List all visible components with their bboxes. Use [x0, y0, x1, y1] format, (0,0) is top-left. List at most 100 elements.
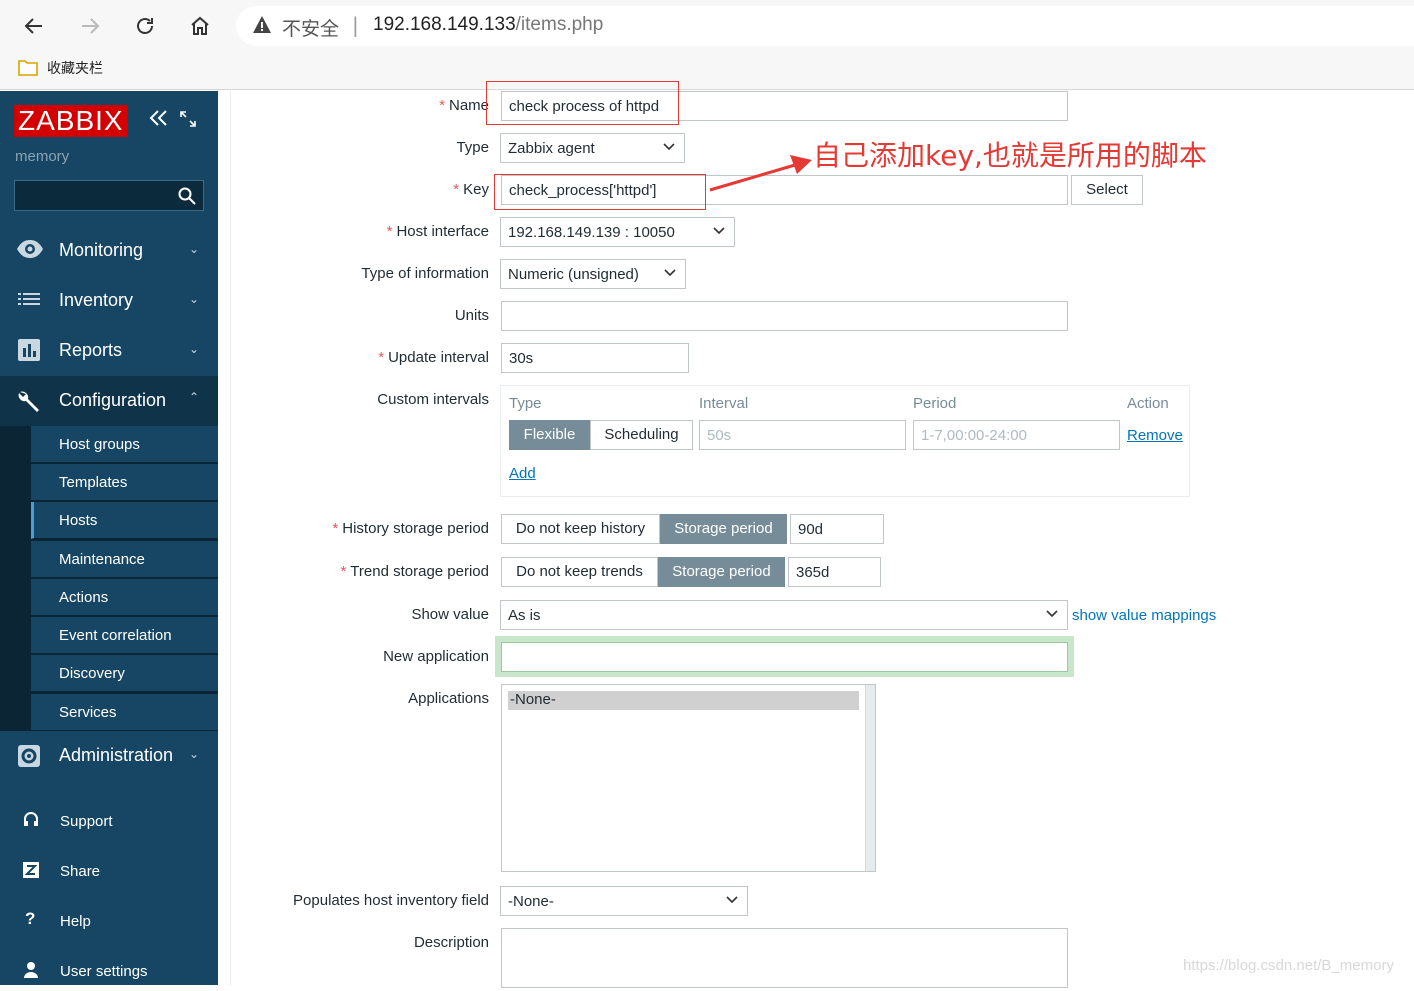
chevron-down-icon: ⌄: [189, 747, 200, 761]
submenu-host-groups[interactable]: Host groups: [31, 426, 218, 463]
annotation-box-name: [486, 81, 679, 125]
units-input[interactable]: [501, 301, 1068, 331]
name-label: * Name: [439, 97, 489, 114]
search-icon[interactable]: [178, 187, 196, 210]
menu-support[interactable]: Support: [0, 801, 218, 841]
submenu-hosts[interactable]: Hosts: [31, 502, 218, 539]
refresh-icon[interactable]: [127, 8, 163, 44]
kiosk-mode-icon[interactable]: [180, 111, 196, 132]
inventory-field-select[interactable]: -None-: [500, 886, 748, 916]
submenu-event-correlation[interactable]: Event correlation: [31, 617, 218, 654]
interval-type-flexible-button[interactable]: Flexible: [509, 420, 590, 450]
description-textarea[interactable]: [501, 928, 1068, 988]
custom-intervals-label: Custom intervals: [377, 391, 489, 408]
watermark: https://blog.csdn.net/B_memory: [1183, 957, 1394, 974]
interval-input[interactable]: 50s: [699, 420, 906, 450]
type-of-information-value: Numeric (unsigned): [508, 266, 639, 283]
show-value-label: Show value: [411, 606, 489, 623]
applications-option[interactable]: -None-: [508, 691, 859, 710]
applications-scrollbar[interactable]: [865, 685, 875, 871]
type-label: Type: [456, 139, 489, 156]
folder-icon[interactable]: [18, 58, 38, 80]
new-application-input[interactable]: [501, 642, 1068, 672]
menu-share[interactable]: Share: [0, 851, 218, 891]
user-settings-label: User settings: [60, 963, 148, 980]
menu-inventory[interactable]: Inventory ⌄: [0, 276, 218, 326]
col-header-period: Period: [913, 395, 957, 412]
applications-listbox[interactable]: -None-: [501, 684, 876, 872]
history-storage-label: * History storage period: [332, 520, 489, 537]
menu-configuration[interactable]: Configuration ⌃: [0, 376, 218, 426]
chevron-down-icon: [1045, 607, 1059, 625]
chevron-down-icon: ⌄: [189, 342, 200, 356]
menu-administration[interactable]: Administration ⌄: [0, 731, 218, 781]
bar-chart-icon: [16, 338, 42, 367]
wrench-icon: [16, 388, 42, 419]
user-icon: [22, 961, 40, 984]
menu-reports[interactable]: Reports ⌄: [0, 326, 218, 376]
annotation-box-key: [494, 174, 706, 210]
menu-monitoring-label: Monitoring: [59, 240, 144, 260]
history-period-input[interactable]: 90d: [790, 514, 884, 544]
type-select[interactable]: Zabbix agent: [500, 133, 685, 163]
submenu-label: Discovery: [59, 665, 125, 682]
home-icon[interactable]: [182, 8, 218, 44]
remove-interval-link[interactable]: Remove: [1127, 427, 1183, 444]
submenu-label: Maintenance: [59, 551, 145, 568]
menu-user-settings[interactable]: User settings: [0, 951, 218, 991]
description-label: Description: [413, 934, 489, 951]
forward-icon[interactable]: [72, 8, 108, 44]
period-input[interactable]: 1-7,00:00-24:00: [913, 420, 1120, 450]
server-name: memory: [15, 148, 70, 165]
share-z-icon: [22, 861, 40, 884]
show-value-select[interactable]: As is: [500, 600, 1068, 630]
interval-type-scheduling-button[interactable]: Scheduling: [590, 420, 693, 450]
menu-help[interactable]: ? Help: [0, 901, 218, 941]
show-value-mappings-link[interactable]: show value mappings: [1072, 607, 1216, 624]
menu-inventory-label: Inventory: [59, 290, 134, 310]
add-interval-link[interactable]: Add: [509, 465, 536, 482]
support-label: Support: [60, 813, 113, 830]
zabbix-logo[interactable]: ZABBIX: [14, 105, 128, 137]
question-icon: ?: [25, 909, 36, 928]
type-of-information-select[interactable]: Numeric (unsigned): [500, 259, 686, 289]
chevron-down-icon: [663, 266, 677, 284]
favorites-bar: [0, 52, 1414, 90]
eye-icon: [16, 238, 44, 265]
chevron-down-icon: [725, 893, 739, 911]
host-interface-label: * Host interface: [386, 223, 489, 240]
back-icon[interactable]: [16, 8, 52, 44]
menu-reports-label: Reports: [59, 340, 123, 360]
submenu-actions[interactable]: Actions: [31, 579, 218, 616]
history-do-not-keep-button[interactable]: Do not keep history: [501, 514, 660, 544]
submenu-maintenance[interactable]: Maintenance: [31, 541, 218, 578]
submenu-label: Services: [59, 704, 117, 721]
update-interval-label: * Update interval: [378, 349, 489, 366]
trend-do-not-keep-button[interactable]: Do not keep trends: [501, 557, 658, 587]
trend-storage-period-button[interactable]: Storage period: [658, 557, 785, 587]
favorites-label[interactable]: 收藏夹栏: [47, 58, 103, 78]
chevron-down-icon: ⌄: [189, 242, 200, 256]
sidebar-search-input[interactable]: [14, 180, 204, 211]
chevron-down-icon: [712, 224, 726, 242]
show-value-value: As is: [508, 607, 541, 624]
type-of-information-label: Type of information: [361, 265, 489, 282]
submenu-services[interactable]: Services: [31, 694, 218, 731]
collapse-sidebar-icon[interactable]: [148, 109, 170, 132]
trend-period-input[interactable]: 365d: [788, 557, 881, 587]
history-storage-period-button[interactable]: Storage period: [660, 514, 787, 544]
headset-icon: [22, 811, 40, 834]
submenu-discovery[interactable]: Discovery: [31, 655, 218, 692]
warning-icon[interactable]: [252, 15, 272, 39]
submenu-templates[interactable]: Templates: [31, 464, 218, 501]
address-separator: |: [352, 13, 359, 37]
url-text[interactable]: 192.168.149.133/items.php: [373, 14, 603, 36]
key-select-button[interactable]: Select: [1071, 175, 1143, 205]
menu-configuration-label: Configuration: [59, 390, 167, 410]
update-interval-input[interactable]: 30s: [501, 343, 689, 373]
menu-monitoring[interactable]: Monitoring ⌄: [0, 226, 218, 276]
host-interface-select[interactable]: 192.168.149.139 : 10050: [500, 217, 735, 247]
submenu-label: Templates: [59, 474, 128, 491]
applications-label: Applications: [408, 690, 489, 707]
help-label: Help: [60, 913, 91, 930]
